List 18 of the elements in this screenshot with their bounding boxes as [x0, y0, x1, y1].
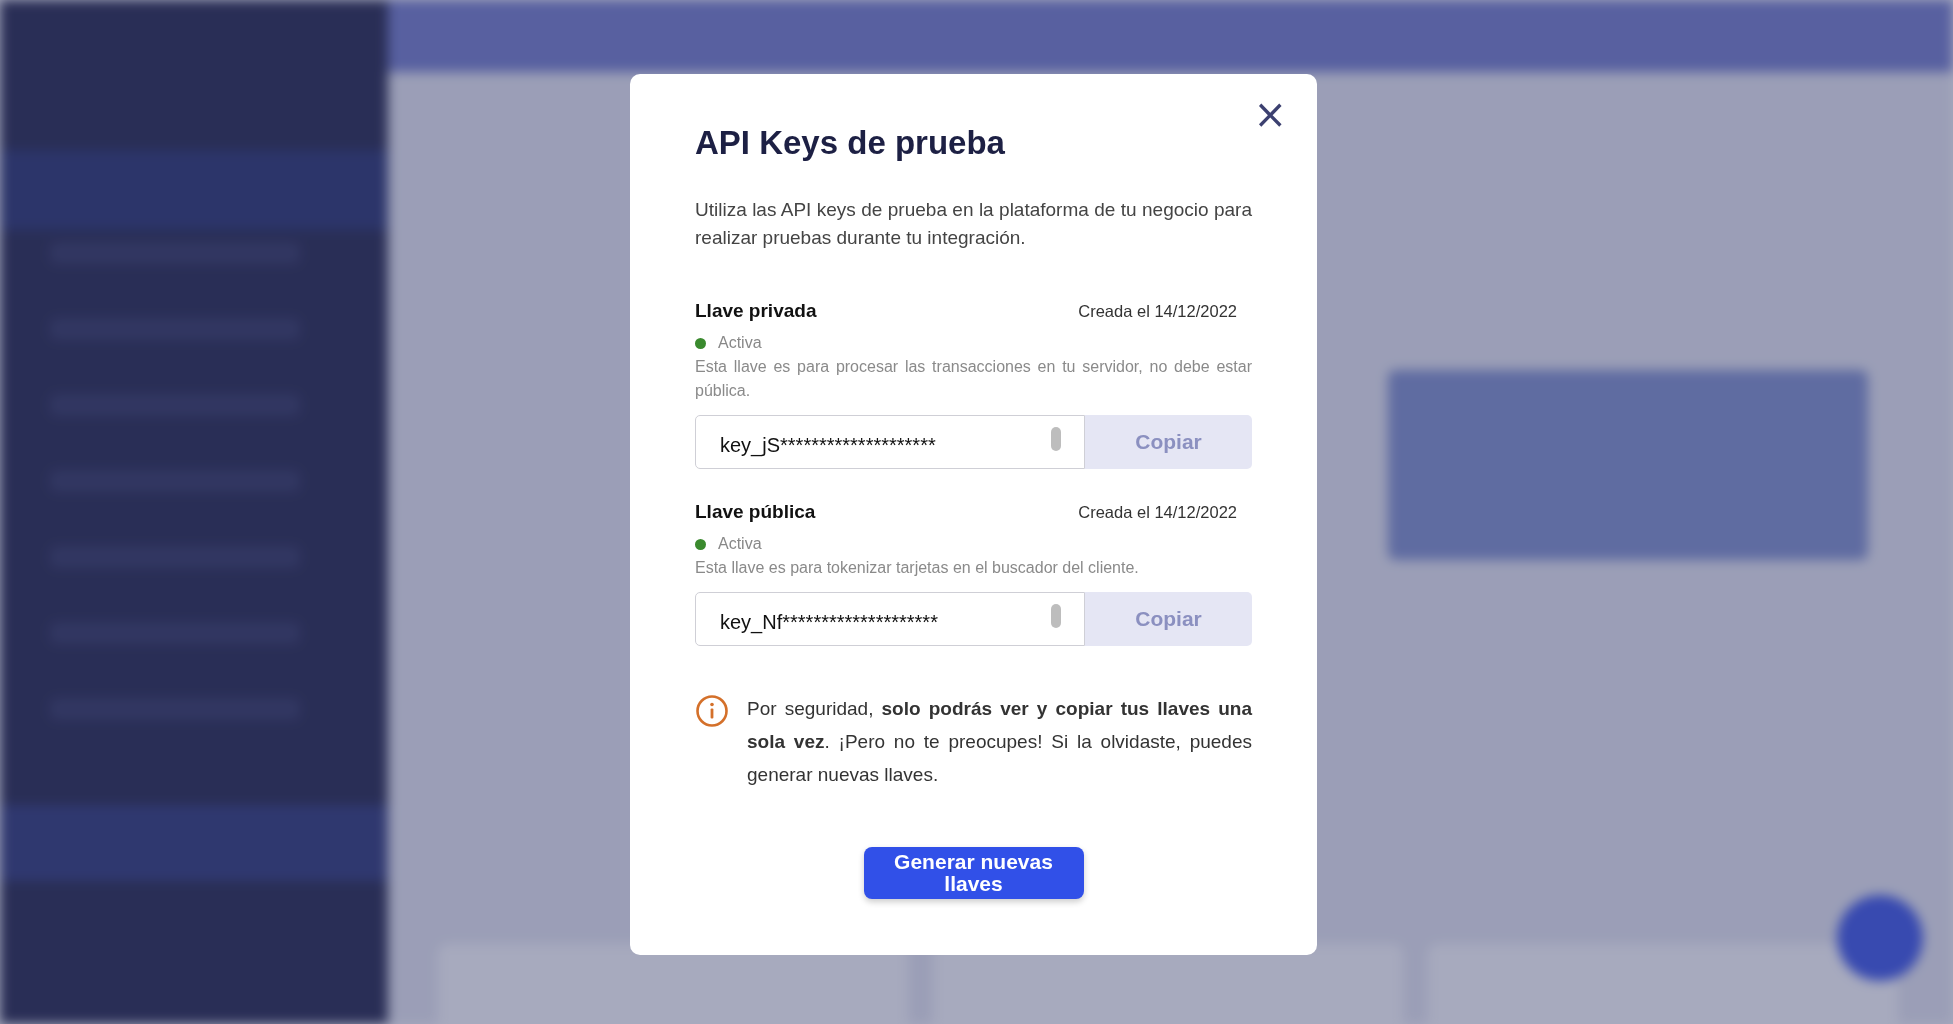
- key-field[interactable]: key_Nf********************: [695, 592, 1085, 646]
- scrollbar-icon: [1051, 427, 1061, 451]
- key-label: Llave pública: [695, 501, 816, 523]
- key-note: Esta llave es para tokenizar tarjetas en el buscador del cliente.: [695, 558, 1140, 578]
- status-text: Activa: [718, 535, 762, 553]
- close-button[interactable]: ×: [1245, 90, 1295, 138]
- key-note: Esta llave es para procesar las transacciones en tu servidor, no debe estar pública.: [695, 357, 1252, 401]
- key-label: Llave privada: [695, 300, 817, 322]
- status-text: Activa: [718, 334, 762, 352]
- info-icon: [695, 694, 729, 728]
- scrollbar-icon: [1051, 604, 1061, 628]
- description-text: Utiliza las API keys de prueba en la plataforma de tu negocio para realizar pruebas durante tu integración.: [695, 198, 1252, 250]
- created-date: Creada el 14/12/2022: [1078, 302, 1237, 321]
- dialog-title: API Keys de prueba: [695, 124, 1006, 162]
- security-notice: Por seguridad, solo podrás ver y copiar tus llaves una sola vez. ¡Pero no te preocupes! Si la olvidaste, puedes generar nuevas llaves.: [747, 697, 1252, 787]
- generate-keys-button[interactable]: Generar nuevas llaves: [863, 847, 1084, 899]
- key-field[interactable]: key_jS********************: [695, 415, 1085, 469]
- created-date: Creada el 14/12/2022: [1078, 503, 1237, 522]
